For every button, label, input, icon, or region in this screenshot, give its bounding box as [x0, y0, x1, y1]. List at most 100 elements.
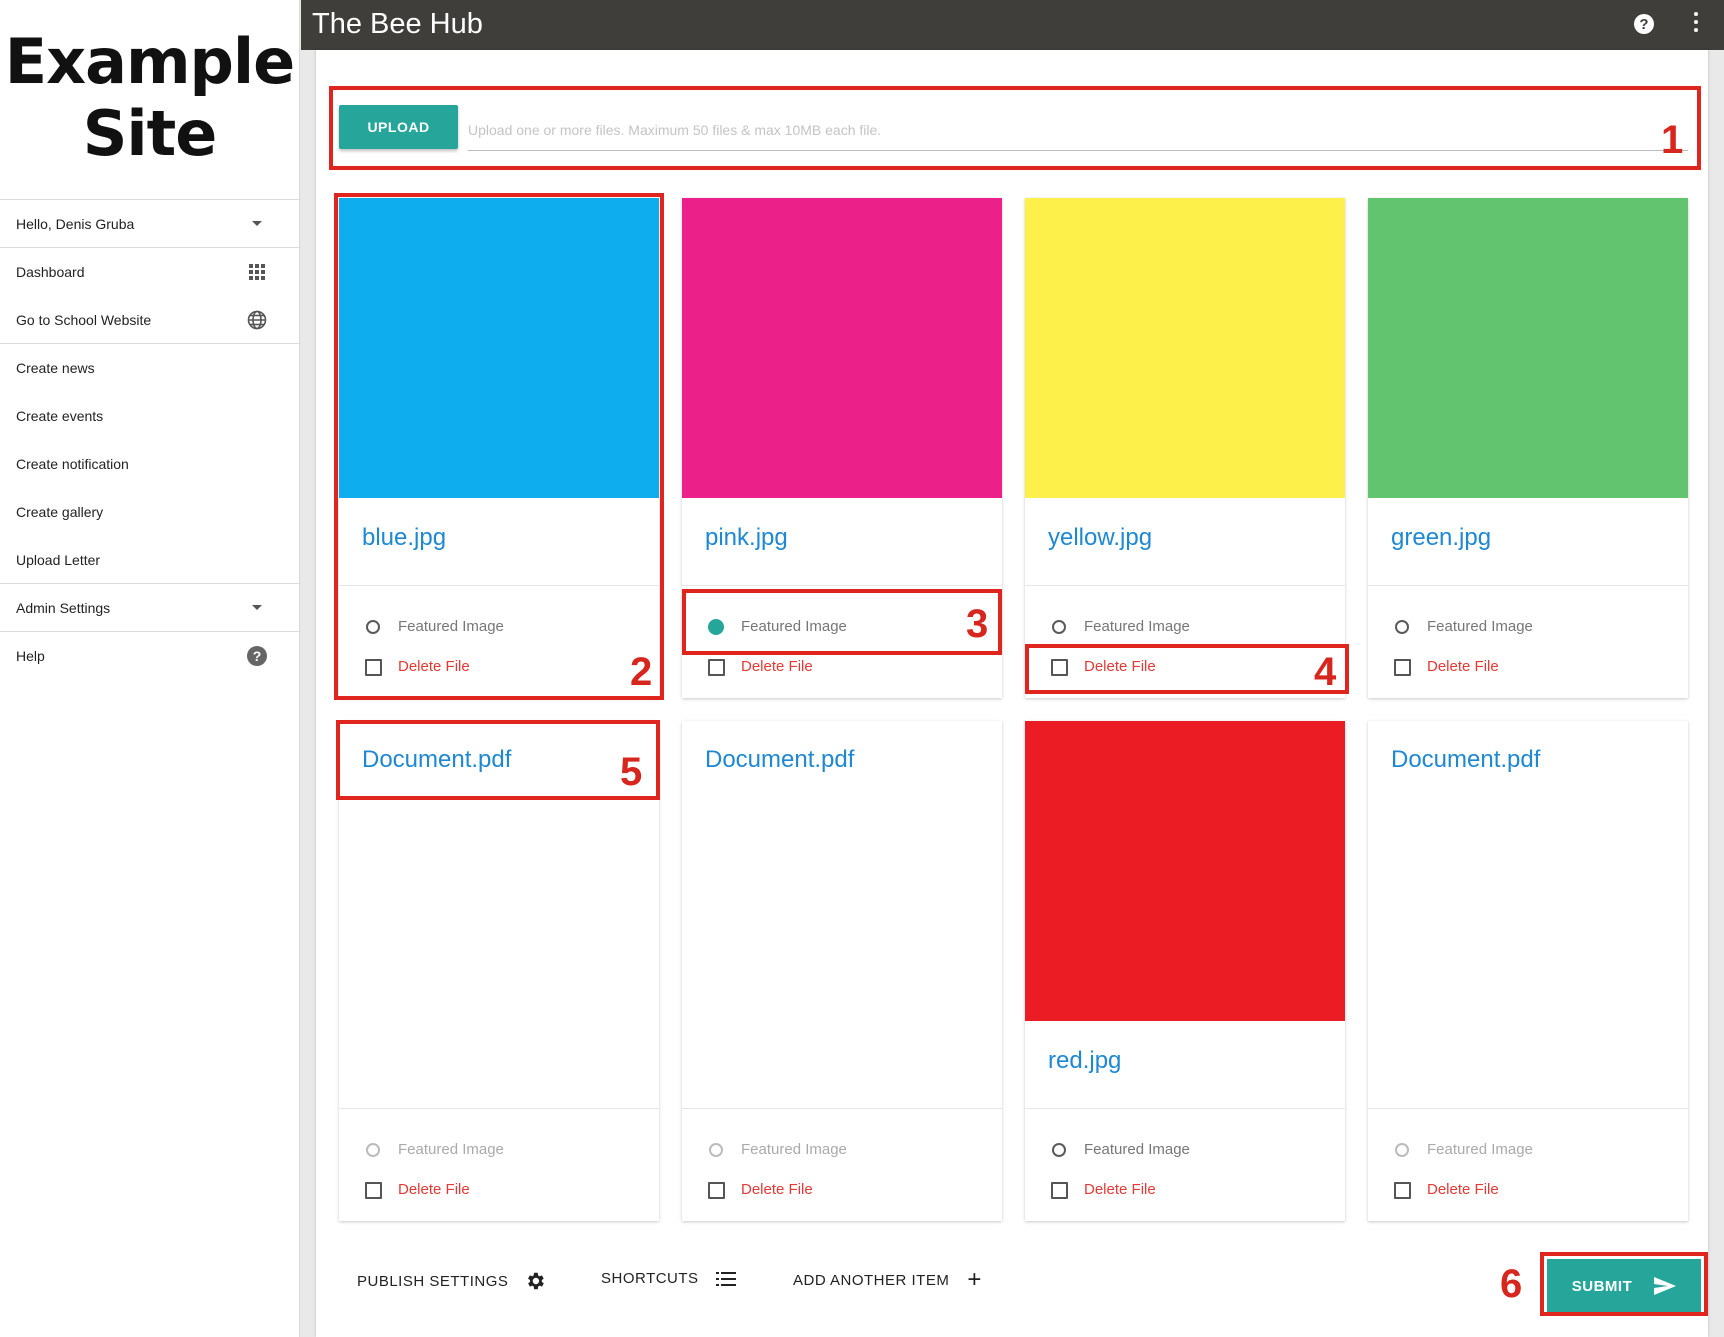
- sidebar-item-label: Create gallery: [16, 504, 104, 520]
- sidebar-item-label: Create notification: [16, 456, 129, 472]
- callout-number-5: 5: [620, 750, 643, 794]
- featured-image-label: Featured Image: [1084, 1141, 1190, 1158]
- sidebar-item-create-notification[interactable]: Create notification: [0, 440, 299, 488]
- sidebar-item-upload-letter[interactable]: Upload Letter: [0, 536, 299, 584]
- callout-number-4: 4: [1314, 650, 1337, 694]
- featured-image-label: Featured Image: [741, 1141, 847, 1158]
- delete-file-label[interactable]: Delete File: [1427, 658, 1499, 675]
- shortcuts-button[interactable]: SHORTCUTS: [601, 1270, 736, 1287]
- sidebar-item-admin-settings[interactable]: Admin Settings: [0, 584, 299, 632]
- app-header: The Bee Hub ?: [301, 0, 1724, 50]
- card-divider: [1025, 1108, 1345, 1109]
- callout-box-6: [1540, 1252, 1708, 1316]
- callout-box-1: [329, 86, 1701, 170]
- callout-number-2: 2: [630, 650, 653, 694]
- sidebar-item-school-website[interactable]: Go to School Website: [0, 296, 299, 344]
- sidebar-item-label: Admin Settings: [16, 599, 111, 616]
- gear-icon: [524, 1270, 546, 1292]
- more-vert-icon[interactable]: [1694, 12, 1698, 36]
- file-thumbnail[interactable]: [1025, 198, 1345, 498]
- delete-file-checkbox[interactable]: [708, 659, 725, 676]
- featured-image-radio[interactable]: [1395, 620, 1409, 634]
- delete-file-checkbox[interactable]: [1394, 659, 1411, 676]
- featured-image-radio[interactable]: [1052, 1143, 1066, 1157]
- sidebar-item-label: Create events: [16, 408, 104, 424]
- featured-image-radio: [1395, 1143, 1409, 1157]
- delete-file-label[interactable]: Delete File: [741, 1181, 813, 1198]
- callout-box-5: [336, 720, 660, 800]
- site-logo-line2: Site: [82, 97, 218, 170]
- callout-number-6: 6: [1500, 1262, 1523, 1306]
- delete-file-label[interactable]: Delete File: [1427, 1181, 1499, 1198]
- sidebar-item-label: Create news: [16, 360, 95, 376]
- card-divider: [682, 585, 1002, 586]
- delete-file-label[interactable]: Delete File: [1084, 1181, 1156, 1198]
- sidebar-item-label: Hello, Denis Gruba: [16, 215, 135, 232]
- file-name[interactable]: red.jpg: [1048, 1047, 1121, 1075]
- add-another-item-button[interactable]: ADD ANOTHER ITEM +: [793, 1266, 982, 1293]
- delete-file-label[interactable]: Delete File: [741, 658, 813, 675]
- file-name[interactable]: Document.pdf: [705, 746, 854, 774]
- file-name[interactable]: Document.pdf: [1391, 746, 1540, 774]
- shortcuts-label: SHORTCUTS: [601, 1270, 699, 1287]
- app-title: The Bee Hub: [312, 8, 483, 40]
- sidebar-item-create-gallery[interactable]: Create gallery: [0, 488, 299, 536]
- file-thumbnail[interactable]: [1025, 721, 1345, 1021]
- sidebar-item-label: Go to School Website: [16, 311, 152, 328]
- sidebar-item-dashboard[interactable]: Dashboard: [0, 248, 299, 296]
- list-icon: [715, 1271, 736, 1286]
- file-card-document-2: Document.pdf Featured Image Delete File: [682, 721, 1002, 1221]
- featured-image-label: Featured Image: [1427, 1141, 1533, 1158]
- publish-settings-button[interactable]: PUBLISH SETTINGS: [357, 1270, 546, 1292]
- featured-image-label: Featured Image: [1084, 618, 1190, 635]
- sidebar-item-user-menu[interactable]: Hello, Denis Gruba: [0, 200, 299, 248]
- sidebar-item-label: Help: [16, 648, 45, 664]
- sidebar-item-create-events[interactable]: Create events: [0, 392, 299, 440]
- svg-text:?: ?: [253, 648, 262, 664]
- card-divider: [1025, 585, 1345, 586]
- callout-box-2: [334, 193, 664, 700]
- site-logo[interactable]: Example Site: [0, 0, 299, 200]
- sidebar-item-create-news[interactable]: Create news: [0, 344, 299, 392]
- plus-icon: +: [967, 1266, 982, 1293]
- sidebar-item-help[interactable]: Help ?: [0, 632, 299, 680]
- sidebar-item-label: Dashboard: [16, 264, 85, 280]
- card-divider: [339, 1108, 659, 1109]
- featured-image-label: Featured Image: [398, 1141, 504, 1158]
- delete-file-checkbox[interactable]: [365, 1182, 382, 1199]
- apps-grid-icon: [247, 262, 267, 282]
- caret-down-icon: [247, 598, 267, 618]
- file-card-green: green.jpg Featured Image Delete File: [1368, 198, 1688, 698]
- featured-image-radio: [366, 1143, 380, 1157]
- file-card-document-3: Document.pdf Featured Image Delete File: [1368, 721, 1688, 1221]
- site-logo-line1: Example: [4, 25, 295, 98]
- delete-file-label[interactable]: Delete File: [398, 1181, 470, 1198]
- card-divider: [1368, 1108, 1688, 1109]
- publish-settings-label: PUBLISH SETTINGS: [357, 1272, 509, 1290]
- caret-down-icon: [247, 214, 267, 234]
- callout-box-3: [682, 589, 1002, 655]
- file-name[interactable]: yellow.jpg: [1048, 524, 1152, 552]
- file-thumbnail[interactable]: [1368, 198, 1688, 498]
- callout-number-1: 1: [1661, 118, 1684, 162]
- delete-file-checkbox[interactable]: [1394, 1182, 1411, 1199]
- help-icon[interactable]: ?: [1634, 14, 1654, 34]
- file-card-yellow: yellow.jpg Featured Image Delete File: [1025, 198, 1345, 698]
- card-divider: [682, 1108, 1002, 1109]
- file-name[interactable]: pink.jpg: [705, 524, 788, 552]
- featured-image-label: Featured Image: [1427, 618, 1533, 635]
- help-circle-icon: ?: [247, 646, 267, 666]
- card-divider: [1368, 585, 1688, 586]
- featured-image-radio: [709, 1143, 723, 1157]
- callout-number-3: 3: [966, 602, 989, 646]
- file-thumbnail[interactable]: [682, 198, 1002, 498]
- add-another-item-label: ADD ANOTHER ITEM: [793, 1271, 950, 1289]
- delete-file-checkbox[interactable]: [1051, 1182, 1068, 1199]
- featured-image-radio[interactable]: [1052, 620, 1066, 634]
- globe-icon: [247, 310, 267, 330]
- delete-file-checkbox[interactable]: [708, 1182, 725, 1199]
- sidebar: Example Site Hello, Denis Gruba Dashboar…: [0, 0, 300, 1337]
- file-name[interactable]: green.jpg: [1391, 524, 1491, 552]
- callout-box-4: [1025, 644, 1349, 694]
- sidebar-item-label: Upload Letter: [16, 551, 101, 568]
